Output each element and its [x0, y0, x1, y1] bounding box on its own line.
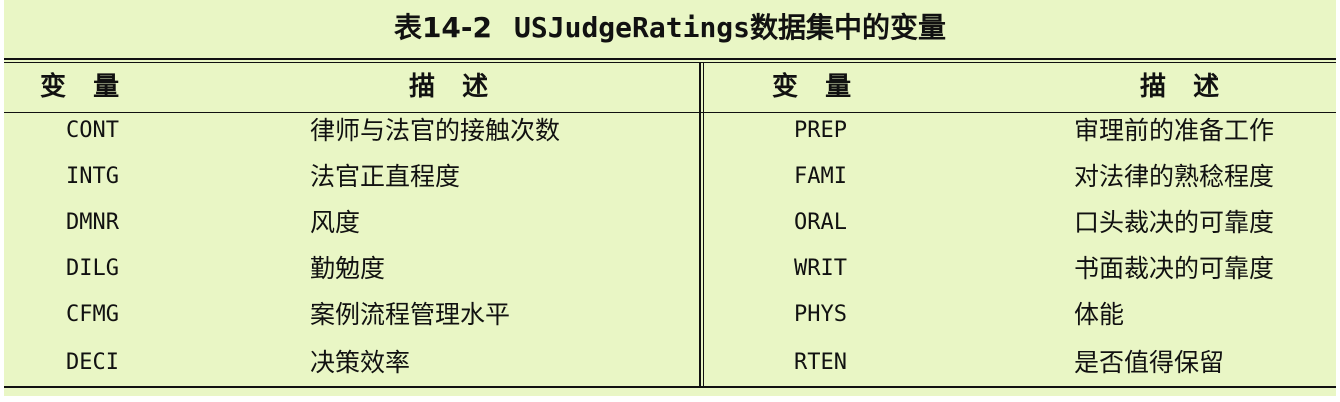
- right-row-6-desc: 是否值得保留: [1074, 348, 1225, 377]
- left-header-description: 描 述: [409, 72, 489, 102]
- caption-suffix: 数据集中的变量: [750, 11, 947, 44]
- right-row-2-desc: 对法律的熟稔程度: [1074, 162, 1275, 191]
- left-row-2-desc: 法官正直程度: [310, 162, 461, 191]
- right-row-2-code: FAMI: [794, 164, 847, 189]
- right-row-6-code: RTEN: [794, 350, 847, 375]
- right-row-3-desc: 口头裁决的可靠度: [1074, 208, 1275, 237]
- column-divider: [699, 62, 701, 386]
- column-divider-inner: [703, 62, 704, 386]
- left-row-3-desc: 风度: [310, 208, 361, 237]
- left-row-1-desc: 律师与法官的接触次数: [310, 116, 561, 145]
- right-row-1-desc: 审理前的准备工作: [1074, 116, 1275, 145]
- left-row-4-desc: 勤勉度: [310, 254, 386, 283]
- right-row-4-desc: 书面裁决的可靠度: [1074, 254, 1275, 283]
- left-row-3-code: DMNR: [66, 210, 119, 235]
- right-header-description: 描 述: [1140, 72, 1220, 102]
- table-caption: 表14-2 USJudgeRatings数据集中的变量: [4, 0, 1336, 56]
- right-row-1-code: PREP: [794, 118, 847, 143]
- left-row-1-code: CONT: [66, 118, 119, 143]
- left-header-variable: 变 量: [40, 72, 120, 102]
- bottom-rule: [4, 386, 1336, 388]
- right-row-5-desc: 体能: [1074, 300, 1125, 329]
- right-row-5-code: PHYS: [794, 302, 847, 327]
- variables-table: 表14-2 USJudgeRatings数据集中的变量 变 量 描 述 变 量 描…: [4, 0, 1336, 396]
- left-row-4-code: DILG: [66, 256, 119, 281]
- right-header-variable: 变 量: [772, 72, 852, 102]
- top-rule-inner: [4, 62, 1336, 63]
- left-row-5-desc: 案例流程管理水平: [310, 300, 511, 329]
- caption-prefix: 表14-2: [393, 11, 493, 44]
- left-row-6-desc: 决策效率: [310, 348, 411, 377]
- caption-dataset: USJudgeRatings: [514, 11, 751, 44]
- top-rule: [4, 58, 1336, 60]
- right-row-3-code: ORAL: [794, 210, 847, 235]
- left-row-6-code: DECI: [66, 350, 119, 375]
- right-row-4-code: WRIT: [794, 256, 847, 281]
- left-row-2-code: INTG: [66, 164, 119, 189]
- left-row-5-code: CFMG: [66, 302, 119, 327]
